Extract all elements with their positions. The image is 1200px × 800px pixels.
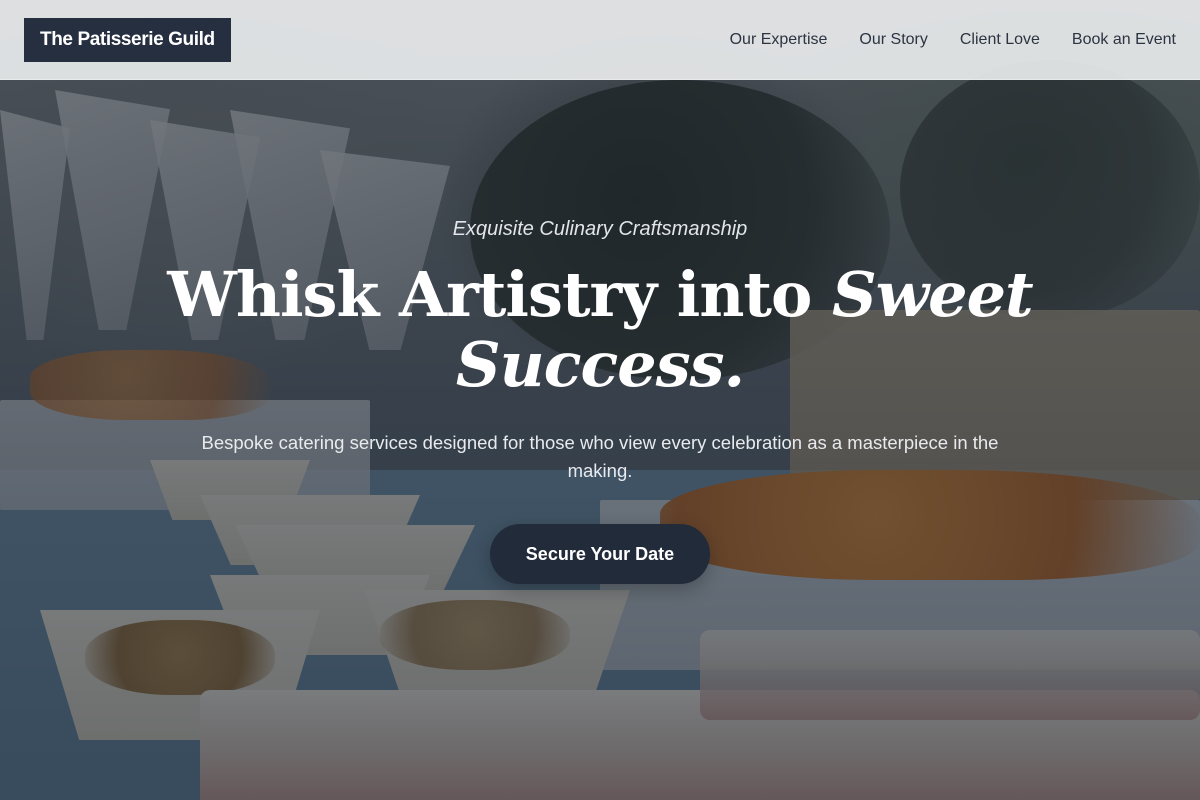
main-nav: Our Expertise Our Story Client Love Book… [730, 0, 1176, 80]
nav-link-our-story[interactable]: Our Story [859, 31, 927, 49]
hero-section: Exquisite Culinary Craftsmanship Whisk A… [0, 80, 1200, 800]
hero-kicker: Exquisite Culinary Craftsmanship [452, 218, 748, 240]
nav-link-our-expertise[interactable]: Our Expertise [730, 31, 828, 49]
hero-subtext: Bespoke catering services designed for t… [201, 432, 999, 481]
page: The Patisserie Guild Our Expertise Our S… [0, 0, 1200, 800]
site-header: The Patisserie Guild Our Expertise Our S… [0, 0, 1200, 80]
site-logo[interactable]: The Patisserie Guild [24, 18, 231, 62]
nav-link-client-love[interactable]: Client Love [960, 31, 1040, 49]
hero-headline-plain: Whisk Artistry into [167, 258, 832, 331]
secure-your-date-button[interactable]: Secure Your Date [490, 524, 710, 584]
hero-headline: Whisk Artistry into Sweet Success. [150, 260, 1050, 400]
nav-link-book-an-event[interactable]: Book an Event [1072, 31, 1176, 49]
